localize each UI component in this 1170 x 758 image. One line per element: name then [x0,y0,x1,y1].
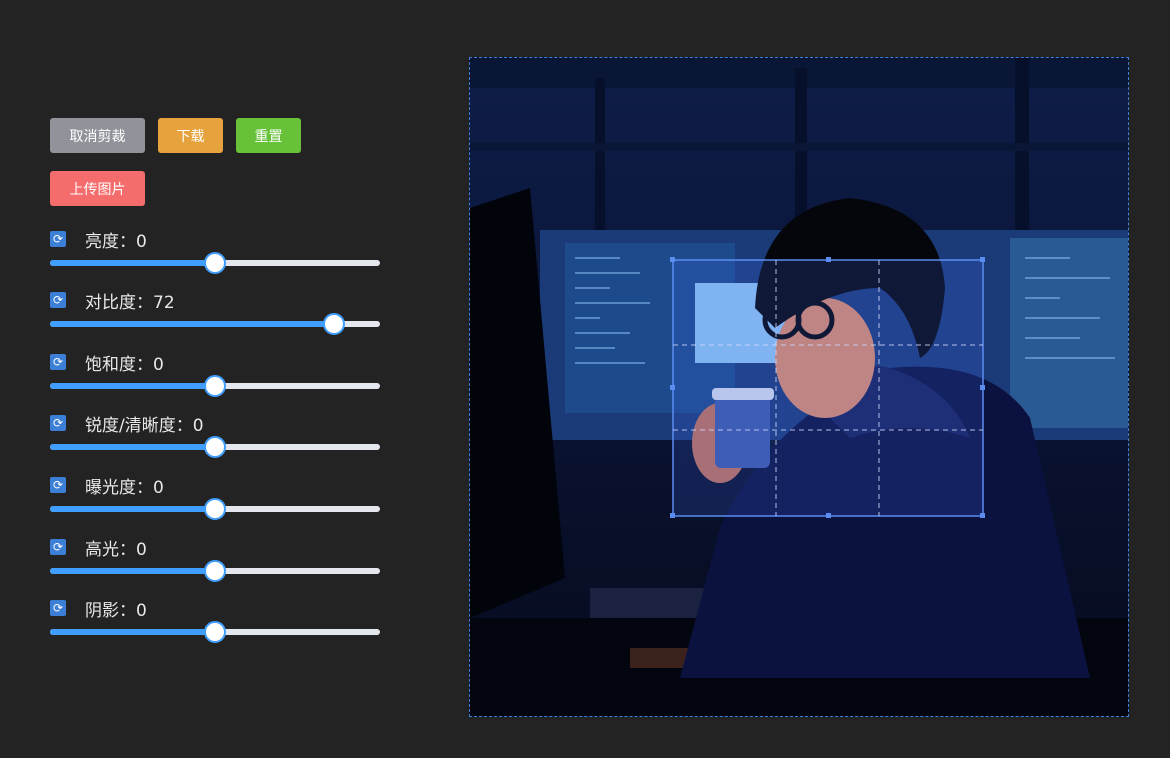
slider-thumb[interactable] [204,498,226,520]
slider-thumb[interactable] [204,621,226,643]
slider-thumb[interactable] [204,252,226,274]
exposure-slider[interactable] [50,498,380,520]
sharpness-label: 锐度/清晰度：0 [85,415,204,436]
slider-thumb[interactable] [204,560,226,582]
refresh-icon[interactable]: ⟳ [50,231,66,247]
slider-thumb[interactable] [204,436,226,458]
brightness-slider[interactable] [50,252,380,274]
slider-thumb[interactable] [322,313,345,335]
exposure-control: ⟳ 曝光度：0 [50,474,380,524]
contrast-control: ⟳ 对比度：72 [50,289,380,339]
slider-fill [50,568,215,574]
slider-fill [50,321,334,327]
refresh-icon[interactable]: ⟳ [50,477,66,493]
highlights-label: 高光：0 [85,539,147,560]
brightness-label: 亮度：0 [85,231,147,252]
saturation-control: ⟳ 饱和度：0 [50,351,380,401]
slider-fill [50,260,215,266]
refresh-icon[interactable]: ⟳ [50,600,66,616]
brightness-control: ⟳ 亮度：0 [50,228,380,278]
contrast-slider[interactable] [50,313,380,335]
refresh-icon[interactable]: ⟳ [50,354,66,370]
shadows-label: 阴影：0 [85,600,147,621]
sharpness-control: ⟳ 锐度/清晰度：0 [50,412,380,462]
slider-fill [50,383,215,389]
refresh-icon[interactable]: ⟳ [50,292,66,308]
sharpness-slider[interactable] [50,436,380,458]
reset-button[interactable]: 重置 [236,118,301,153]
edited-image [470,58,1128,716]
download-button[interactable]: 下载 [158,118,223,153]
refresh-icon[interactable]: ⟳ [50,539,66,555]
slider-fill [50,629,215,635]
saturation-label: 饱和度：0 [85,354,164,375]
slider-fill [50,506,215,512]
slider-fill [50,444,215,450]
upload-image-button[interactable]: 上传图片 [50,171,145,206]
slider-thumb[interactable] [204,375,226,397]
image-canvas[interactable] [469,57,1129,717]
highlights-control: ⟳ 高光：0 [50,536,380,586]
saturation-slider[interactable] [50,375,380,397]
cancel-crop-button[interactable]: 取消剪裁 [50,118,145,153]
shadows-slider[interactable] [50,621,380,643]
highlights-slider[interactable] [50,560,380,582]
contrast-label: 对比度：72 [85,292,175,313]
shadows-control: ⟳ 阴影：0 [50,597,380,647]
refresh-icon[interactable]: ⟳ [50,415,66,431]
exposure-label: 曝光度：0 [85,477,164,498]
